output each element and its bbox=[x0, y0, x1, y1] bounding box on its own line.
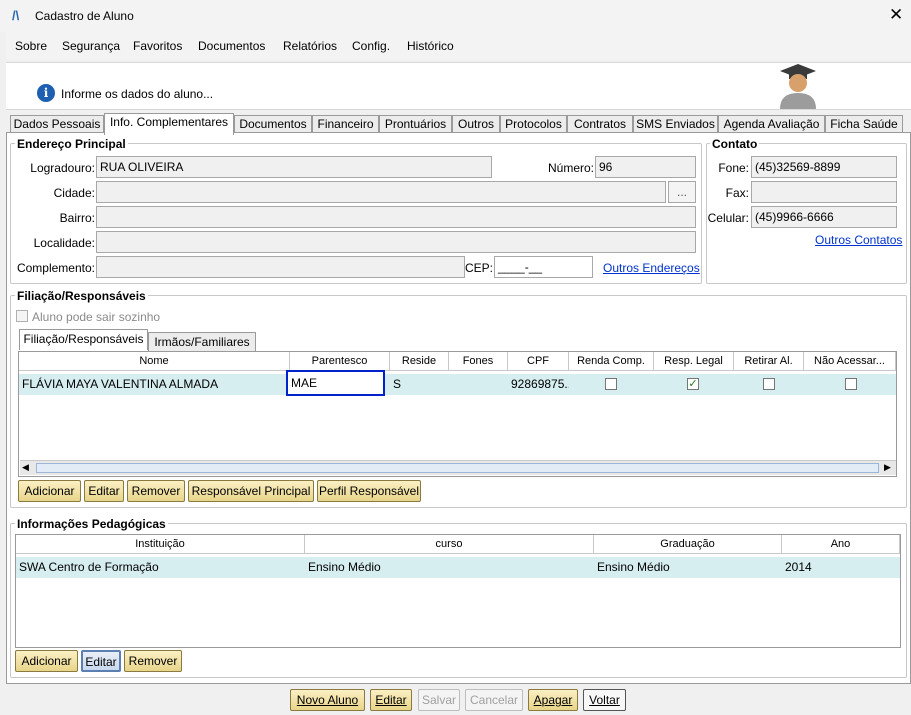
bairro-label: Bairro: bbox=[59, 211, 95, 225]
voltar-button[interactable]: Voltar bbox=[583, 689, 626, 711]
localidade-label: Localidade: bbox=[33, 236, 95, 250]
filiacao-remover-button[interactable]: Remover bbox=[127, 480, 185, 502]
pedagogicas-grid: Instituição curso Graduação Ano SWA Cent… bbox=[15, 534, 901, 648]
menu-seguranca[interactable]: Segurança bbox=[62, 39, 120, 53]
col-reside[interactable]: Reside bbox=[390, 352, 449, 371]
contato-title: Contato bbox=[710, 137, 760, 151]
main-tabs: Dados Pessoais Info. Complementares Docu… bbox=[6, 113, 911, 135]
menu-bar: Sobre Segurança Favoritos Documentos Rel… bbox=[6, 32, 911, 60]
menu-favoritos[interactable]: Favoritos bbox=[133, 39, 182, 53]
menu-historico[interactable]: Histórico bbox=[407, 39, 454, 53]
numero-field[interactable]: 96 bbox=[595, 156, 696, 178]
cidade-browse-button[interactable]: ... bbox=[668, 181, 696, 203]
apagar-button[interactable]: Apagar bbox=[528, 689, 578, 711]
cell-nome: FLÁVIA MAYA VALENTINA ALMADA bbox=[22, 377, 219, 391]
menu-sobre[interactable]: Sobre bbox=[15, 39, 47, 53]
pedagogicas-remover-button[interactable]: Remover bbox=[124, 650, 182, 672]
cell-instituicao: SWA Centro de Formação bbox=[19, 560, 159, 574]
cell-cpf: 92869875... bbox=[511, 377, 569, 391]
sozinho-label: Aluno pode sair sozinho bbox=[32, 310, 161, 324]
col-renda[interactable]: Renda Comp. bbox=[569, 352, 654, 371]
menu-documentos[interactable]: Documentos bbox=[198, 39, 265, 53]
pedagogicas-title: Informações Pedagógicas bbox=[15, 517, 168, 531]
cell-graduacao: Ensino Médio bbox=[597, 560, 670, 574]
pedagogicas-editar-button[interactable]: Editar bbox=[81, 650, 121, 672]
menu-config[interactable]: Config. bbox=[352, 39, 390, 53]
perfil-responsavel-button[interactable]: Perfil Responsável bbox=[317, 480, 421, 502]
cell-fones bbox=[449, 374, 508, 395]
table-row[interactable]: SWA Centro de Formação Ensino Médio Ensi… bbox=[16, 557, 900, 578]
cell-curso: Ensino Médio bbox=[308, 560, 381, 574]
menu-relatorios[interactable]: Relatórios bbox=[283, 39, 337, 53]
col-instituicao[interactable]: Instituição bbox=[16, 535, 305, 554]
filiacao-grid: Nome Parentesco Reside Fones CPF Renda C… bbox=[18, 351, 897, 477]
renda-checkbox[interactable] bbox=[605, 378, 617, 390]
col-retirar[interactable]: Retirar Al. bbox=[734, 352, 804, 371]
novo-aluno-button[interactable]: Novo Aluno bbox=[290, 689, 365, 711]
info-text: Informe os dados do aluno... bbox=[61, 87, 214, 101]
window-title: Cadastro de Aluno bbox=[35, 9, 134, 23]
cell-ano: 2014 bbox=[785, 560, 812, 574]
subtab-irmaos[interactable]: Irmãos/Familiares bbox=[148, 332, 256, 351]
complemento-field[interactable] bbox=[96, 256, 465, 278]
nao-acessar-checkbox[interactable] bbox=[845, 378, 857, 390]
scroll-right-icon[interactable]: ▶ bbox=[884, 462, 891, 473]
filiacao-editar-button[interactable]: Editar bbox=[84, 480, 124, 502]
outros-contatos-link[interactable]: Outros Contatos bbox=[815, 233, 902, 247]
col-ano[interactable]: Ano bbox=[782, 535, 900, 554]
celular-label: Celular: bbox=[707, 211, 749, 225]
numero-label: Número: bbox=[547, 161, 594, 175]
pedagogicas-adicionar-button[interactable]: Adicionar bbox=[15, 650, 78, 672]
cancelar-button[interactable]: Cancelar bbox=[465, 689, 523, 711]
col-nao-acessar[interactable]: Não Acessar... bbox=[804, 352, 896, 371]
cidade-field[interactable] bbox=[96, 181, 666, 203]
fax-field[interactable] bbox=[751, 181, 897, 203]
cell-parentesco[interactable]: MAE bbox=[286, 370, 385, 396]
scroll-thumb[interactable] bbox=[36, 463, 879, 473]
cidade-label: Cidade: bbox=[53, 186, 95, 200]
col-resp-legal[interactable]: Resp. Legal bbox=[654, 352, 734, 371]
endereco-title: Endereço Principal bbox=[15, 137, 128, 151]
col-graduacao[interactable]: Graduação bbox=[594, 535, 782, 554]
col-cpf[interactable]: CPF bbox=[508, 352, 569, 371]
horizontal-scrollbar[interactable]: ◀ ▶ bbox=[20, 460, 896, 475]
subtab-filiacao[interactable]: Filiação/Responsáveis bbox=[19, 329, 148, 350]
info-header: i Informe os dados do aluno... bbox=[6, 62, 911, 110]
fax-label: Fax: bbox=[725, 186, 749, 200]
cep-field[interactable]: ____-__ bbox=[494, 256, 593, 278]
cep-label: CEP: bbox=[465, 261, 494, 275]
tab-content-panel: Endereço Principal Logradouro: RUA OLIVE… bbox=[6, 132, 911, 684]
footer-editar-button[interactable]: Editar bbox=[370, 689, 412, 711]
col-parentesco[interactable]: Parentesco bbox=[290, 352, 390, 371]
col-curso[interactable]: curso bbox=[305, 535, 594, 554]
scroll-left-icon[interactable]: ◀ bbox=[22, 462, 29, 473]
sozinho-checkbox[interactable] bbox=[16, 310, 28, 322]
celular-field[interactable]: (45)9966-6666 bbox=[751, 206, 897, 228]
complemento-label: Complemento: bbox=[16, 261, 95, 275]
fone-label: Fone: bbox=[718, 161, 749, 175]
localidade-field[interactable] bbox=[96, 231, 696, 253]
outros-enderecos-link[interactable]: Outros Endereços bbox=[603, 261, 700, 275]
graduate-avatar-icon bbox=[780, 64, 816, 109]
responsavel-principal-button[interactable]: Responsável Principal bbox=[188, 480, 314, 502]
info-icon: i bbox=[37, 84, 55, 102]
table-row[interactable]: FLÁVIA MAYA VALENTINA ALMADA MAE S 92869… bbox=[19, 370, 896, 396]
resp-legal-checkbox[interactable]: ✓ bbox=[687, 378, 699, 390]
close-icon[interactable]: ✕ bbox=[889, 5, 903, 25]
salvar-button[interactable]: Salvar bbox=[418, 689, 460, 711]
bairro-field[interactable] bbox=[96, 206, 696, 228]
logradouro-label: Logradouro: bbox=[30, 161, 95, 175]
tab-info-complementares[interactable]: Info. Complementares bbox=[104, 113, 234, 135]
retirar-checkbox[interactable] bbox=[763, 378, 775, 390]
fone-field[interactable]: (45)32569-8899 bbox=[751, 156, 897, 178]
filiacao-adicionar-button[interactable]: Adicionar bbox=[18, 480, 81, 502]
app-logo-icon: /\ bbox=[12, 8, 20, 23]
cell-reside: S bbox=[393, 377, 402, 391]
col-fones[interactable]: Fones bbox=[449, 352, 508, 371]
filiacao-title: Filiação/Responsáveis bbox=[15, 289, 148, 303]
logradouro-field[interactable]: RUA OLIVEIRA bbox=[96, 156, 492, 178]
col-nome[interactable]: Nome bbox=[19, 352, 290, 371]
title-bar: /\ Cadastro de Aluno ✕ bbox=[0, 0, 911, 32]
